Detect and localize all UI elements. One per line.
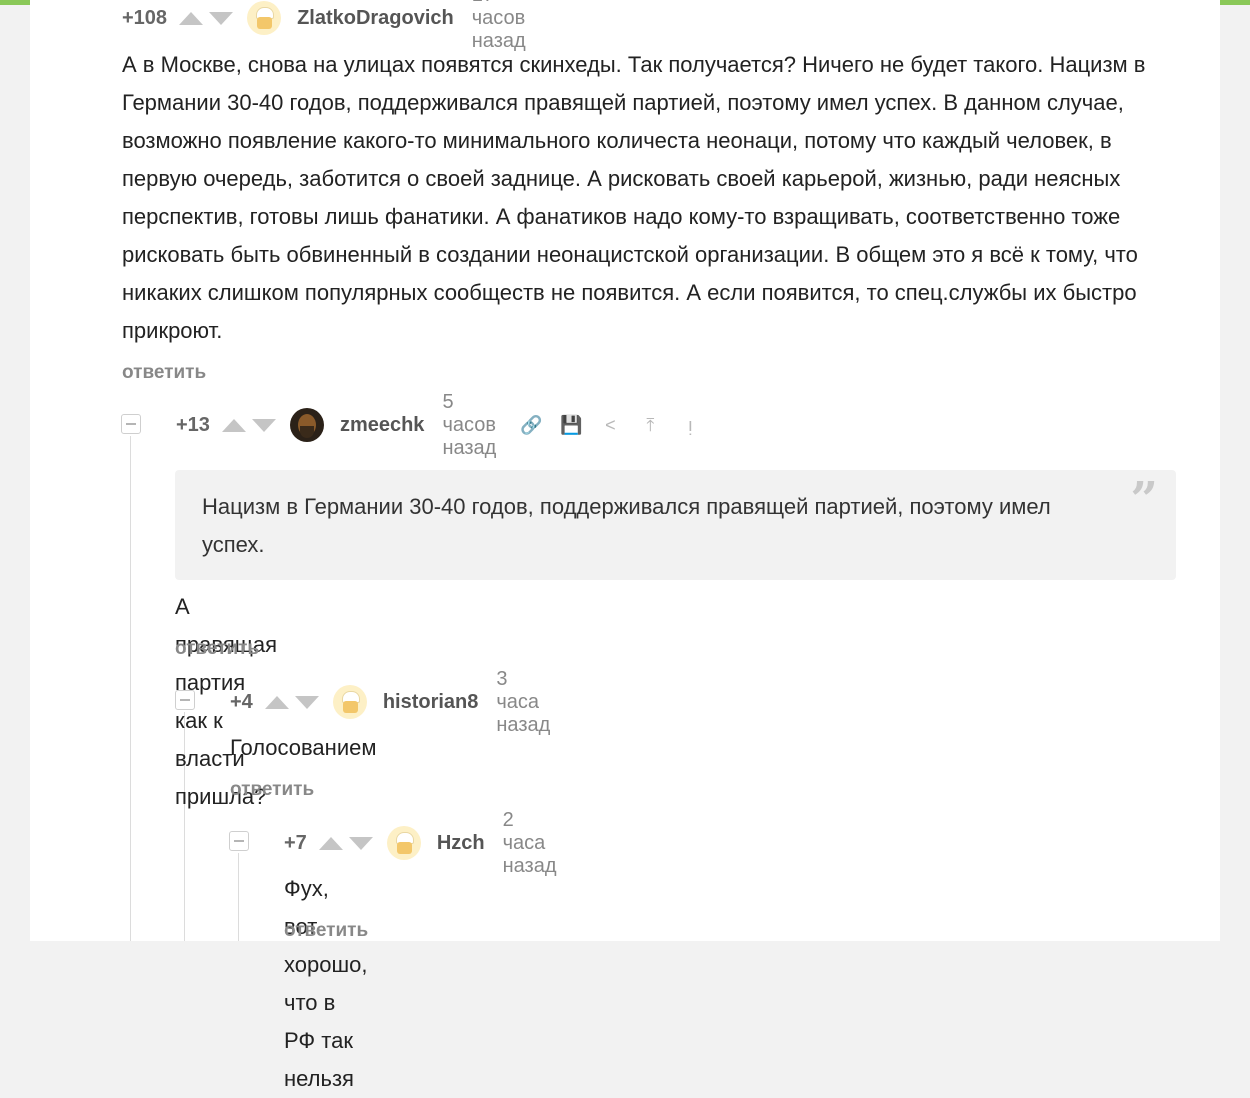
comment-text: А в Москве, снова на улицах появятся ски… [122,52,1146,343]
comment-author[interactable]: historian8 [383,691,479,714]
comment-author[interactable]: ZlatkoDragovich [297,7,454,30]
collapse-thread-button[interactable] [229,831,249,851]
downvote-icon[interactable] [209,11,234,25]
comment-rating: +4 [230,690,253,713]
downvote-icon[interactable] [294,695,319,709]
link-icon[interactable]: 🔗 [520,415,542,436]
comment-rating: +13 [176,413,210,436]
comment-rating: +7 [284,831,307,854]
comment-author[interactable]: zmeechk [340,414,425,437]
comment-header: +13 zmeechk 5 часов назад 🔗 💾 < ⤒ ᴉ [176,391,700,459]
comment-rating: +108 [122,6,168,29]
comment-time[interactable]: 3 часа назад [496,668,550,737]
reply-button[interactable]: ответить [122,362,206,384]
upvote-icon[interactable] [179,11,204,25]
reply-button[interactable]: ответить [230,779,314,801]
comment-author[interactable]: Hzch [437,832,485,855]
avatar[interactable] [386,826,421,860]
avatar[interactable] [247,1,282,35]
comment-header: +4 historian8 3 часа назад [230,668,574,736]
branch-icon[interactable]: ᴉ [680,415,700,436]
comment-header: +7 Hzch 2 часа назад [284,809,581,877]
comment-header: +108 ZlatkoDragovich 17 часов назад [122,0,550,52]
comment-time[interactable]: 17 часов назад [472,0,526,53]
thread-line [130,436,131,941]
avatar[interactable] [289,408,324,442]
quote-block: Нацизм в Германии 30-40 годов, поддержив… [175,470,1176,580]
reply-button[interactable]: ответить [175,638,259,660]
reply-button[interactable]: ответить [284,920,368,942]
collapse-thread-button[interactable] [121,414,141,434]
go-to-parent-icon[interactable]: ⤒ [640,415,660,436]
thread-line [238,853,239,941]
avatar[interactable] [332,685,367,719]
quote-mark-icon: ” [1130,472,1158,528]
share-icon[interactable]: < [600,415,620,436]
comment-tools: 🔗 💾 < ⤒ ᴉ [520,415,700,436]
upvote-icon[interactable] [221,418,246,432]
save-icon[interactable]: 💾 [560,415,582,436]
comment-time[interactable]: 5 часов назад [442,391,496,460]
comment-text: Фух, вот хорошо, что в РФ так нельзя [284,876,368,1091]
comment-text: Голосованием [230,735,377,760]
comment-time[interactable]: 2 часа назад [503,809,557,878]
upvote-icon[interactable] [318,836,343,850]
collapse-thread-button[interactable] [175,690,195,710]
downvote-icon[interactable] [348,836,373,850]
quote-text: Нацизм в Германии 30-40 годов, поддержив… [202,494,1051,557]
upvote-icon[interactable] [264,695,289,709]
downvote-icon[interactable] [251,418,276,432]
